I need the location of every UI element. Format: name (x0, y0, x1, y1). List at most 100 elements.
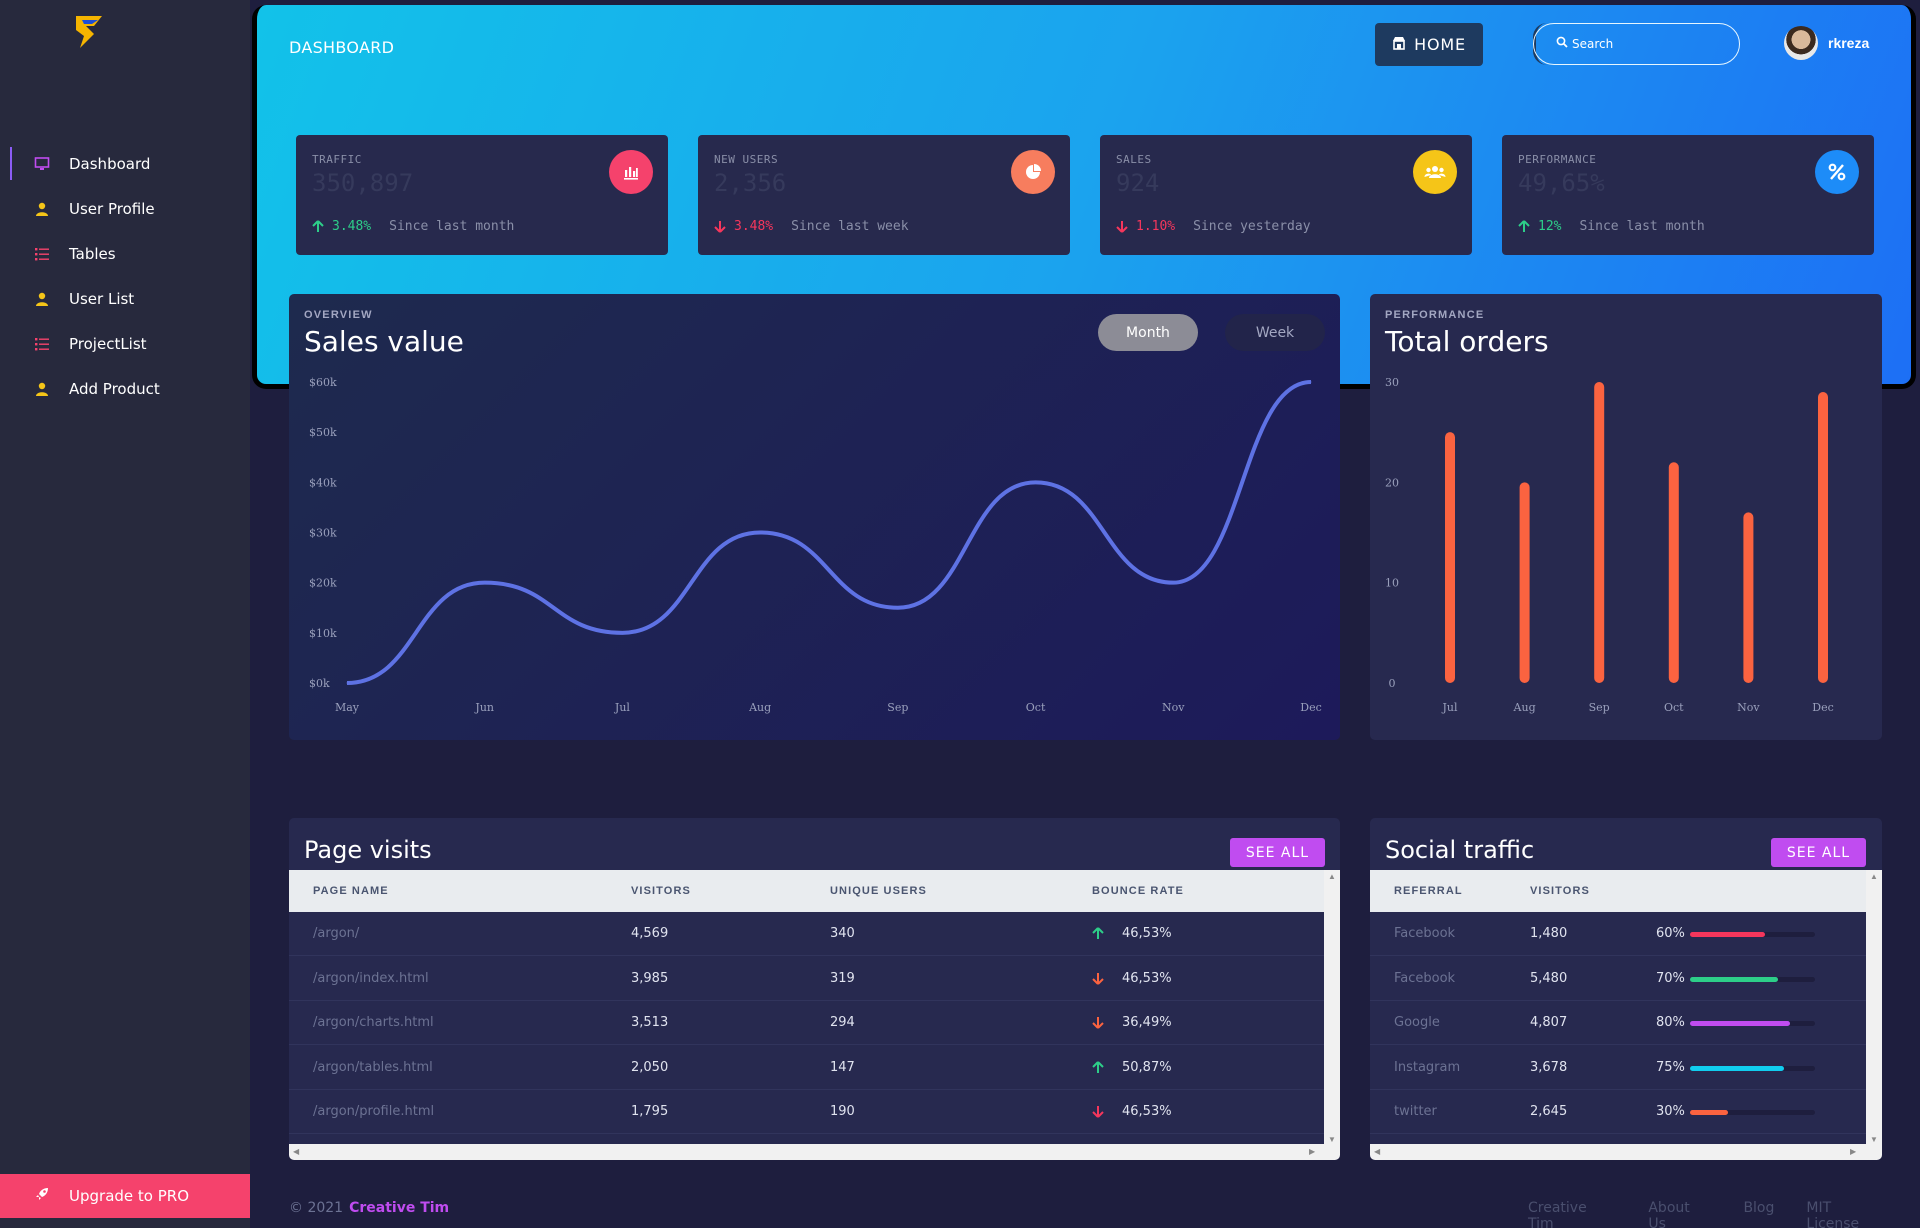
page-visits-header: PAGE NAME VISITORS UNIQUE USERS BOUNCE R… (289, 870, 1324, 912)
referral-cell[interactable]: twitter (1394, 1104, 1437, 1119)
page-name-cell[interactable]: /argon/profile.html (313, 1104, 434, 1119)
footer-brand-link[interactable]: Creative Tim (349, 1200, 449, 1216)
upgrade-label: Upgrade to PRO (69, 1187, 189, 1205)
stat-since: Since yesterday (1193, 219, 1311, 234)
list-icon (34, 246, 50, 262)
page-name-cell[interactable]: /argon/index.html (313, 971, 429, 986)
stat-card-performance: PERFORMANCE 49,65% 12% Since last month (1502, 135, 1874, 255)
social-traffic-horizontal-scrollbar[interactable]: ◀ ▶ (1370, 1144, 1882, 1160)
page-name-cell[interactable]: /argon/ (313, 926, 359, 941)
x-tick-label: May (335, 701, 360, 714)
stat-card-sales: SALES 924 1.10% Since yesterday (1100, 135, 1472, 255)
page-name-cell[interactable]: /argon/charts.html (313, 1015, 434, 1030)
stat-footer: 12% Since last month (1518, 219, 1705, 234)
bounce-rate-cell: 36,49% (1122, 1015, 1172, 1031)
sales-data-point (484, 582, 486, 584)
stat-label: SALES (1116, 153, 1152, 166)
pie-chart-icon (1011, 150, 1055, 194)
user-menu[interactable]: rkreza (1784, 26, 1869, 60)
unique-users-cell: 340 (830, 926, 855, 941)
table-row[interactable]: Google 4,807 80% (1370, 1001, 1866, 1046)
orders-bar-chart: 0 10 20 30 Jul Aug Sep Oct Nov Dec (1385, 376, 1834, 714)
col-visitors: VISITORS (1530, 885, 1590, 897)
page-title: DASHBOARD (289, 38, 395, 57)
table-row[interactable]: /argon/index.html 3,985 319 46,53% (289, 957, 1324, 1001)
table-row[interactable]: Facebook 1,480 60% (1370, 912, 1866, 956)
social-traffic-see-all-button[interactable]: SEE ALL (1771, 838, 1866, 867)
progress-bar (1690, 1021, 1815, 1027)
upgrade-to-pro-button[interactable]: Upgrade to PRO (0, 1174, 250, 1218)
sidebar-item-label: User Profile (69, 199, 155, 218)
page-visits-card: Page visits SEE ALL PAGE NAME VISITORS U… (289, 818, 1340, 1160)
copyright-text: © 2021 (289, 1200, 344, 1216)
orders-bar (1743, 512, 1754, 683)
table-row[interactable]: /argon/4,569 340 46,53% (289, 912, 1324, 956)
y-tick-label: $10k (309, 627, 337, 640)
percent-cell: 30% (1656, 1104, 1685, 1120)
sidebar-item-label: ProjectList (69, 334, 147, 353)
progress-bar (1690, 1110, 1815, 1116)
referral-cell[interactable]: Google (1394, 1015, 1440, 1030)
progress-fill (1690, 932, 1765, 937)
visitors-cell: 4,807 (1530, 1015, 1568, 1031)
page-visits-horizontal-scrollbar[interactable]: ◀ ▶ (289, 1144, 1340, 1160)
social-traffic-card: Social traffic SEE ALL REFERRAL VISITORS… (1370, 818, 1882, 1160)
table-row[interactable]: /argon/charts.html 3,513 294 36,49% (289, 1001, 1324, 1046)
table-row[interactable]: Instagram 3,678 75% (1370, 1046, 1866, 1090)
brand-logo[interactable] (72, 14, 182, 58)
progress-fill (1690, 1065, 1784, 1071)
table-row[interactable]: twitter 2,645 30% (1370, 1090, 1866, 1135)
footer-link-creative-tim[interactable]: Creative Tim (1528, 1200, 1616, 1228)
table-row[interactable]: /argon/profile.html 1,795 190 46,53% (289, 1090, 1324, 1135)
avatar[interactable] (1784, 26, 1818, 60)
search-box[interactable] (1533, 23, 1740, 65)
referral-cell[interactable]: Instagram (1394, 1060, 1460, 1075)
page-visits-see-all-button[interactable]: SEE ALL (1230, 838, 1325, 867)
table-row[interactable]: /argon/tables.html 2,050 147 50,87% (289, 1046, 1324, 1090)
page-name-cell[interactable]: /argon/tables.html (313, 1060, 433, 1075)
sidebar-item-projectlist[interactable]: ProjectList (0, 321, 250, 366)
unique-users-cell: 190 (830, 1104, 855, 1120)
stat-label: TRAFFIC (312, 153, 362, 166)
table-row[interactable]: Facebook 5,480 70% (1370, 957, 1866, 1001)
stat-card-traffic: TRAFFIC 350,897 3.48% Since last month (296, 135, 668, 255)
y-tick-label: $40k (309, 476, 337, 489)
stat-since: Since last month (1579, 219, 1705, 234)
list-icon (34, 336, 50, 352)
page-visits-vertical-scrollbar[interactable]: ▲ ▼ (1324, 870, 1340, 1146)
sales-data-point (621, 632, 623, 634)
sidebar-item-add-product[interactable]: Add Product (0, 366, 250, 411)
sidebar-item-user-list[interactable]: User List (0, 276, 250, 321)
arrow-down-icon (1116, 220, 1128, 233)
sales-data-point (759, 532, 761, 533)
stat-change: 3.48% (734, 219, 774, 234)
username: rkreza (1828, 35, 1870, 51)
y-tick-label: $60k (309, 376, 337, 389)
footer-link-mit-license[interactable]: MIT License (1806, 1200, 1888, 1228)
unique-users-cell: 294 (830, 1015, 855, 1031)
sidebar-item-tables[interactable]: Tables (0, 231, 250, 276)
sales-data-point (1310, 381, 1312, 383)
home-button[interactable]: HOME (1375, 23, 1483, 66)
y-tick-label: $50k (309, 426, 337, 439)
stat-change: 12% (1538, 219, 1562, 234)
sidebar-item-dashboard[interactable]: Dashboard (0, 141, 250, 186)
y-tick-label: 20 (1385, 476, 1399, 489)
visitors-cell: 4,569 (631, 926, 669, 941)
sidebar-item-user-profile[interactable]: User Profile (0, 186, 250, 231)
referral-cell[interactable]: Facebook (1394, 971, 1455, 986)
footer-link-about-us[interactable]: About Us (1648, 1200, 1711, 1228)
visitors-cell: 3,678 (1530, 1059, 1568, 1075)
x-tick-label: Oct (1664, 701, 1684, 714)
referral-cell[interactable]: Facebook (1394, 926, 1455, 941)
search-input[interactable] (1572, 37, 1722, 51)
progress-bar (1690, 932, 1815, 937)
social-traffic-header: REFERRAL VISITORS (1370, 870, 1866, 912)
sidebar-nav: Dashboard User Profile Tables User List Proj… (0, 141, 250, 411)
footer-link-blog[interactable]: Blog (1743, 1200, 1774, 1228)
footer-links: Creative Tim About Us Blog MIT License (1528, 1200, 1920, 1228)
col-referral: REFERRAL (1394, 885, 1463, 897)
social-traffic-vertical-scrollbar[interactable]: ▲ ▼ (1866, 870, 1882, 1146)
arrow-down-icon (714, 220, 726, 233)
bar-chart-icon (609, 150, 653, 194)
